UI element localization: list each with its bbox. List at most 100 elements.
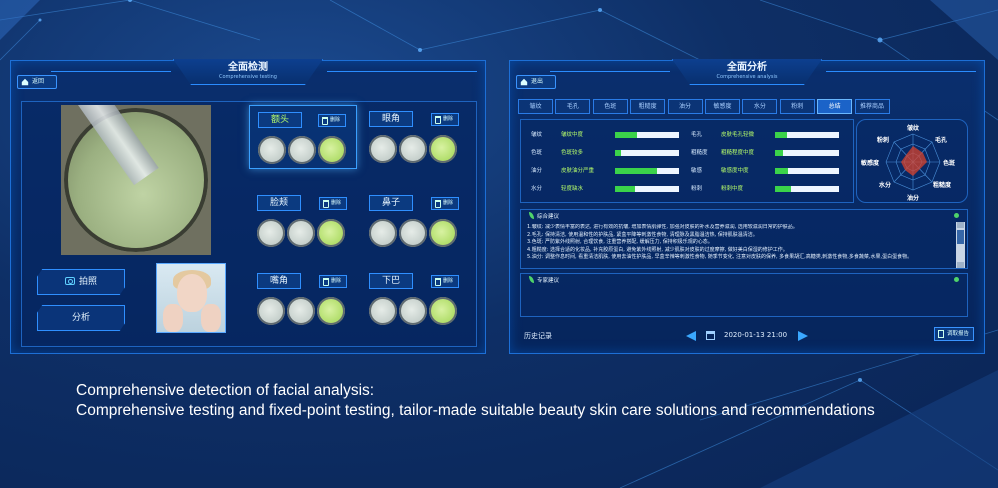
zone-nose[interactable]: 鼻子 删除 [361, 189, 469, 253]
prev-arrow-icon[interactable] [686, 331, 696, 341]
sample-thumbnail[interactable] [399, 219, 427, 247]
sample-thumbnail[interactable] [369, 219, 397, 247]
exit-label: 退出 [531, 78, 544, 85]
zone-chin[interactable]: 下巴 删除 [361, 267, 469, 331]
advice-line: 3.色斑: 严防紫外线照射, 合理饮食, 注重营养搭配, 缓解压力, 保持积极乐… [527, 239, 713, 245]
metric-name: 水分 [531, 186, 543, 192]
metric-bar [615, 150, 679, 156]
tab-roughness[interactable]: 粗糙度 [630, 99, 666, 114]
tab-pores[interactable]: 毛孔 [555, 99, 591, 114]
caption: Comprehensive detection of facial analys… [76, 381, 976, 421]
radar-label: 粗糙度 [933, 182, 952, 189]
tab-spots[interactable]: 色斑 [592, 99, 628, 114]
panel-title: 全面分析 [727, 62, 767, 73]
advice-scrollbar[interactable] [956, 222, 965, 268]
metric-row: 粗糙度 粗糙程度中度 [691, 148, 851, 158]
scroll-up-icon[interactable] [957, 222, 964, 228]
back-label: 返回 [32, 78, 45, 85]
delete-button[interactable]: 删除 [319, 275, 347, 288]
metric-row: 皱纹 皱纹中度 [531, 130, 691, 140]
sample-thumbnail[interactable] [257, 297, 285, 325]
panel-header: 全面检测 Comprehensive testing [173, 59, 323, 85]
radar-label: 粉刺 [877, 137, 890, 144]
tab-wrinkle[interactable]: 皱纹 [518, 99, 553, 114]
metric-name: 油分 [531, 168, 543, 174]
metric-bar [615, 168, 679, 174]
metric-level: 敏感度中度 [721, 168, 749, 174]
sample-thumbnail[interactable] [318, 136, 346, 164]
metric-level: 粉刺中度 [721, 186, 744, 192]
advice-line: 2.毛孔: 保持清洁, 使用温和性的护肤品, 紧盒平降等刺激性食物, 清理脉及黑… [527, 231, 758, 238]
take-photo-button[interactable]: 拍照 [37, 269, 125, 295]
sample-thumbnail[interactable] [287, 297, 315, 325]
next-arrow-icon[interactable] [798, 331, 808, 341]
sample-thumbnail[interactable] [429, 219, 457, 247]
metric-bar [775, 186, 839, 192]
radar-chart: 皱纹 毛孔 色斑 粗糙度 油分 水分 敏感度 粉刺 [856, 119, 968, 203]
radar-label: 油分 [907, 195, 920, 202]
sample-thumbnail[interactable] [288, 136, 316, 164]
radar-label: 皱纹 [907, 125, 920, 132]
home-icon [21, 78, 29, 86]
status-dot-icon [954, 277, 959, 282]
zone-eye-corner[interactable]: 眼角 删除 [361, 105, 469, 169]
home-icon [520, 78, 528, 86]
sample-thumbnail[interactable] [429, 135, 457, 163]
sample-thumbnail[interactable] [317, 297, 345, 325]
trash-icon [435, 200, 441, 208]
metric-level: 皱纹中度 [561, 132, 584, 138]
fetch-report-button[interactable]: 调取报告 [934, 327, 974, 341]
metric-level: 轻度缺水 [561, 186, 584, 192]
sample-thumbnail[interactable] [287, 219, 315, 247]
metric-bar-fill [615, 186, 636, 192]
sample-thumbnail[interactable] [399, 297, 427, 325]
metric-level: 皮肤毛孔轻微 [721, 132, 755, 138]
sample-thumbnail[interactable] [369, 135, 397, 163]
zone-label: 眼角 [369, 111, 413, 127]
status-dot-icon [954, 213, 959, 218]
camera-icon [64, 277, 75, 285]
tab-acne[interactable]: 粉刺 [779, 99, 815, 114]
radar-label: 水分 [879, 182, 892, 189]
back-button[interactable]: 返回 [17, 75, 57, 89]
tab-sensitivity[interactable]: 敏感度 [704, 99, 740, 114]
zone-mouth-corner[interactable]: 嘴角 删除 [249, 267, 357, 331]
hand-right [201, 304, 221, 332]
history-date[interactable]: 2020-01-13 21:00 [724, 331, 787, 339]
tab-oil[interactable]: 油分 [667, 99, 703, 114]
metric-bar-fill [615, 168, 657, 174]
sample-thumbnail[interactable] [429, 297, 457, 325]
metric-name: 粗糙度 [691, 150, 708, 156]
history-footer: 历史记录 2020-01-13 21:00 调取报告 [510, 325, 984, 345]
calendar-icon[interactable] [706, 331, 715, 340]
advice-line: 5.油分: 调整作息时间, 看重清洁肌肤, 使用去油性护肤品, 早盒辛辣等刺激性… [527, 254, 913, 260]
analyze-label: 分析 [71, 313, 90, 323]
exit-button[interactable]: 退出 [516, 75, 556, 89]
analyze-button[interactable]: 分析 [37, 305, 125, 331]
zone-forehead[interactable]: 额头 删除 [249, 105, 357, 169]
tab-moisture[interactable]: 水分 [742, 99, 778, 114]
delete-button[interactable]: 删除 [431, 197, 459, 210]
sample-thumbnail[interactable] [399, 135, 427, 163]
sample-thumbnail[interactable] [369, 297, 397, 325]
sample-thumbnail[interactable] [258, 136, 286, 164]
delete-button[interactable]: 删除 [318, 114, 346, 127]
leaf-icon [529, 212, 534, 219]
scroll-thumb[interactable] [957, 230, 964, 244]
advice-text: 1.皱纹: 减少表情丰富的表达, 进行有效的抗皱, 增加表情肌弹性, 加强对皮肤… [527, 224, 945, 268]
sample-thumbnail[interactable] [317, 219, 345, 247]
metric-name: 毛孔 [691, 132, 703, 138]
radar-area [901, 146, 927, 176]
comprehensive-advice-box: 综合建议 1.皱纹: 减少表情丰富的表达, 进行有效的抗皱, 增加表情肌弹性, … [520, 209, 968, 269]
metric-level: 粗糙程度中度 [721, 150, 755, 156]
metrics-box: 皱纹 皱纹中度 毛孔 皮肤毛孔轻微 色斑 色斑较多 粗糙度 粗糙程度中度 油分 … [520, 119, 854, 203]
metric-bar [615, 132, 679, 138]
scroll-down-icon[interactable] [957, 262, 964, 268]
tab-summary[interactable]: 总结 [817, 99, 853, 114]
zone-cheek[interactable]: 脸颊 删除 [249, 189, 357, 253]
tab-recommended-products[interactable]: 推荐商品 [854, 99, 890, 114]
delete-button[interactable]: 删除 [431, 113, 459, 126]
delete-button[interactable]: 删除 [431, 275, 459, 288]
delete-button[interactable]: 删除 [319, 197, 347, 210]
sample-thumbnail[interactable] [257, 219, 285, 247]
